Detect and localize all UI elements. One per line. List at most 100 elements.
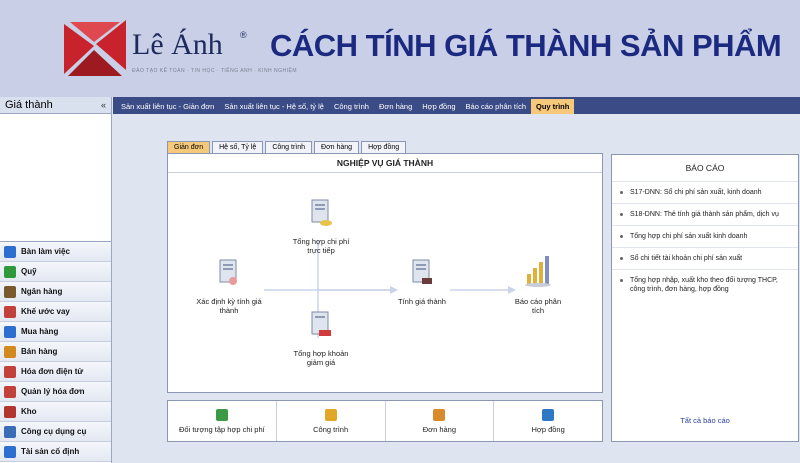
module-tab[interactable]: Công trình [329,99,374,114]
bullet-icon [620,213,623,216]
desk-chart-icon [4,245,16,258]
left-panel-header: Giá thành « [0,97,111,114]
content-area: Giản đơn Hệ số, Tỷ lệ Công trình Đơn hàng Hợ… [113,114,800,463]
cart-icon [4,325,16,338]
module-tab[interactable]: Hợp đồng [417,99,460,114]
banner-title: CÁCH TÍNH GIÁ THÀNH SẢN PHẨM [270,28,782,63]
collapse-icon[interactable]: « [101,100,106,110]
report-item-label: Tổng hợp chi phí sản xuất kinh doanh [630,233,748,240]
report-title: BÁO CÁO [685,163,725,173]
nav-item[interactable]: Công cụ dụng cụ [0,422,111,442]
report-item-label: Sổ chi tiết tài khoản chi phí sản xuất [630,255,743,262]
all-reports-link[interactable]: Tất cả báo cáo [612,416,798,425]
invoice-manage-icon [4,385,16,398]
nav-item-label: Công cụ dụng cụ [21,427,87,436]
report-item[interactable]: S17-DNN: Sổ chi phí sản xuất, kinh doanh [612,181,798,203]
cash-icon [4,265,16,278]
process-sub-tabs: Giản đơn Hệ số, Tỷ lệ Công trình Đơn hàng Hợ… [167,141,408,153]
shortcut-bar: Đối tượng tập hợp chi phí Công trình Đơn h… [167,400,603,442]
process-sub-tab[interactable]: Giản đơn [167,141,211,153]
nav-item[interactable]: Hóa đơn điện tử [0,362,111,382]
left-panel-title: Giá thành [5,99,53,111]
report-item-label: S18-DNN: Thẻ tính giá thành sản phẩm, dị… [630,211,779,218]
cost-object-icon [215,408,228,421]
report-item[interactable]: S18-DNN: Thẻ tính giá thành sản phẩm, dị… [612,203,798,225]
period-sheet-icon [219,259,237,285]
bullet-icon [620,257,623,260]
nav-item-label: Tài sản cố định [21,447,80,456]
shortcut-label: Hợp đồng [531,424,565,434]
shortcut-item[interactable]: Đơn hàng [386,401,495,441]
report-item[interactable]: Tổng hợp nhập, xuất kho theo đối tượng T… [612,269,798,300]
bullet-icon [620,191,623,194]
contract-doc-icon [542,408,555,421]
nav-item-label: Kho [21,407,37,416]
module-tab[interactable]: Sản xuất liên tục - Giản đơn [116,99,219,114]
report-item[interactable]: Tổng hợp chi phí sản xuất kinh doanh [612,225,798,247]
left-panel: Giá thành « Bàn làm việc Quỹ Ngân hàng Khế … [0,97,112,463]
asset-icon [4,445,16,458]
header-banner: Lê Ánh ® ĐÀO TẠO KẾ TOÁN · TIN HỌC · TIẾ… [0,0,800,94]
module-tab[interactable]: Sản xuất liên tục - Hệ số, tỷ lệ [219,99,329,114]
node-calc-cost[interactable]: Tính giá thành [390,258,454,306]
brand-registered: ® [240,30,247,40]
tools-icon [4,425,16,438]
nav-item-label: Khế ước vay [21,307,70,316]
nav-item[interactable]: Khế ước vay [0,302,111,322]
calc-sheet-icon [412,259,432,284]
node-calc-cost-label: Tính giá thành [398,297,446,306]
process-diagram: NGHIỆP VỤ GIÁ THÀNH Tổng hợp chi phí trự… [167,153,603,393]
bank-icon [4,285,16,298]
nav-item-label: Hóa đơn điện tử [21,367,84,376]
node-define-period[interactable]: Xác định kỳ tính giá thành [194,258,264,315]
app-window: Giá thành « Bàn làm việc Quỹ Ngân hàng Khế … [0,97,800,463]
order-icon [433,408,446,421]
report-panel: BÁO CÁO S17-DNN: Sổ chi phí sản xuất, ki… [611,154,799,442]
nav-item[interactable]: Ngân hàng [0,282,111,302]
nav-item-label: Quản lý hóa đơn [21,387,85,396]
node-direct-cost[interactable]: Tổng hợp chi phí trực tiếp [286,198,356,255]
process-sub-tab[interactable]: Đơn hàng [314,141,360,153]
nav-item[interactable]: Tài sản cố định [0,442,111,462]
process-sub-tab[interactable]: Hệ số, Tỷ lệ [212,141,264,153]
module-tab[interactable]: Quy trình [531,99,575,114]
bullet-icon [620,235,623,238]
nav-item[interactable]: Bán hàng [0,342,111,362]
bullet-icon [620,279,623,282]
shortcut-label: Đơn hàng [422,424,457,434]
node-analysis-report[interactable]: Báo cáo phân tích [508,254,568,315]
node-reductions-label: Tổng hợp khoản giảm giá [293,349,349,367]
nav-item[interactable]: Quỹ [0,262,111,282]
node-direct-cost-label: Tổng hợp chi phí trực tiếp [292,237,350,255]
report-item[interactable]: Sổ chi tiết tài khoản chi phí sản xuất [612,247,798,269]
nav-item[interactable]: Kho [0,402,111,422]
sale-sheet-icon [311,311,331,336]
nav-item-label: Bán hàng [21,347,58,356]
sales-icon [4,345,16,358]
module-tab[interactable]: Báo cáo phân tích [461,99,531,114]
contract-icon [4,305,16,318]
shortcut-item[interactable]: Công trình [277,401,386,441]
process-sub-tab[interactable]: Hợp đồng [361,141,407,153]
invoice-icon [4,365,16,378]
module-nav: Bàn làm việc Quỹ Ngân hàng Khế ước vay Mua h… [0,242,111,462]
nav-item-label: Quỹ [21,267,37,276]
process-sub-tab[interactable]: Công trình [265,141,313,153]
node-reductions[interactable]: Tổng hợp khoản giảm giá [286,310,356,367]
report-list: S17-DNN: Sổ chi phí sản xuất, kinh doanh… [612,181,798,300]
left-panel-tree [0,114,111,242]
nav-item[interactable]: Mua hàng [0,322,111,342]
nav-item[interactable]: Quản lý hóa đơn [0,382,111,402]
shortcut-label: Công trình [313,424,349,434]
brand-name: Lê Ánh [132,28,223,61]
nav-item[interactable]: Bàn làm việc [0,242,111,262]
brand-tagline: ĐÀO TẠO KẾ TOÁN · TIN HỌC · TIẾNG ANH · … [132,68,298,74]
shortcut-item[interactable]: Hợp đồng [494,401,602,441]
module-tab[interactable]: Đơn hàng [374,99,417,114]
cost-sheet-icon [311,199,332,226]
shortcut-item[interactable]: Đối tượng tập hợp chi phí [168,401,277,441]
node-analysis-report-label: Báo cáo phân tích [514,297,562,315]
construction-icon [324,408,337,421]
module-tabs: Sản xuất liên tục - Giản đơn Sản xuất liê… [113,97,800,114]
report-item-label: Tổng hợp nhập, xuất kho theo đối tượng T… [630,277,778,293]
